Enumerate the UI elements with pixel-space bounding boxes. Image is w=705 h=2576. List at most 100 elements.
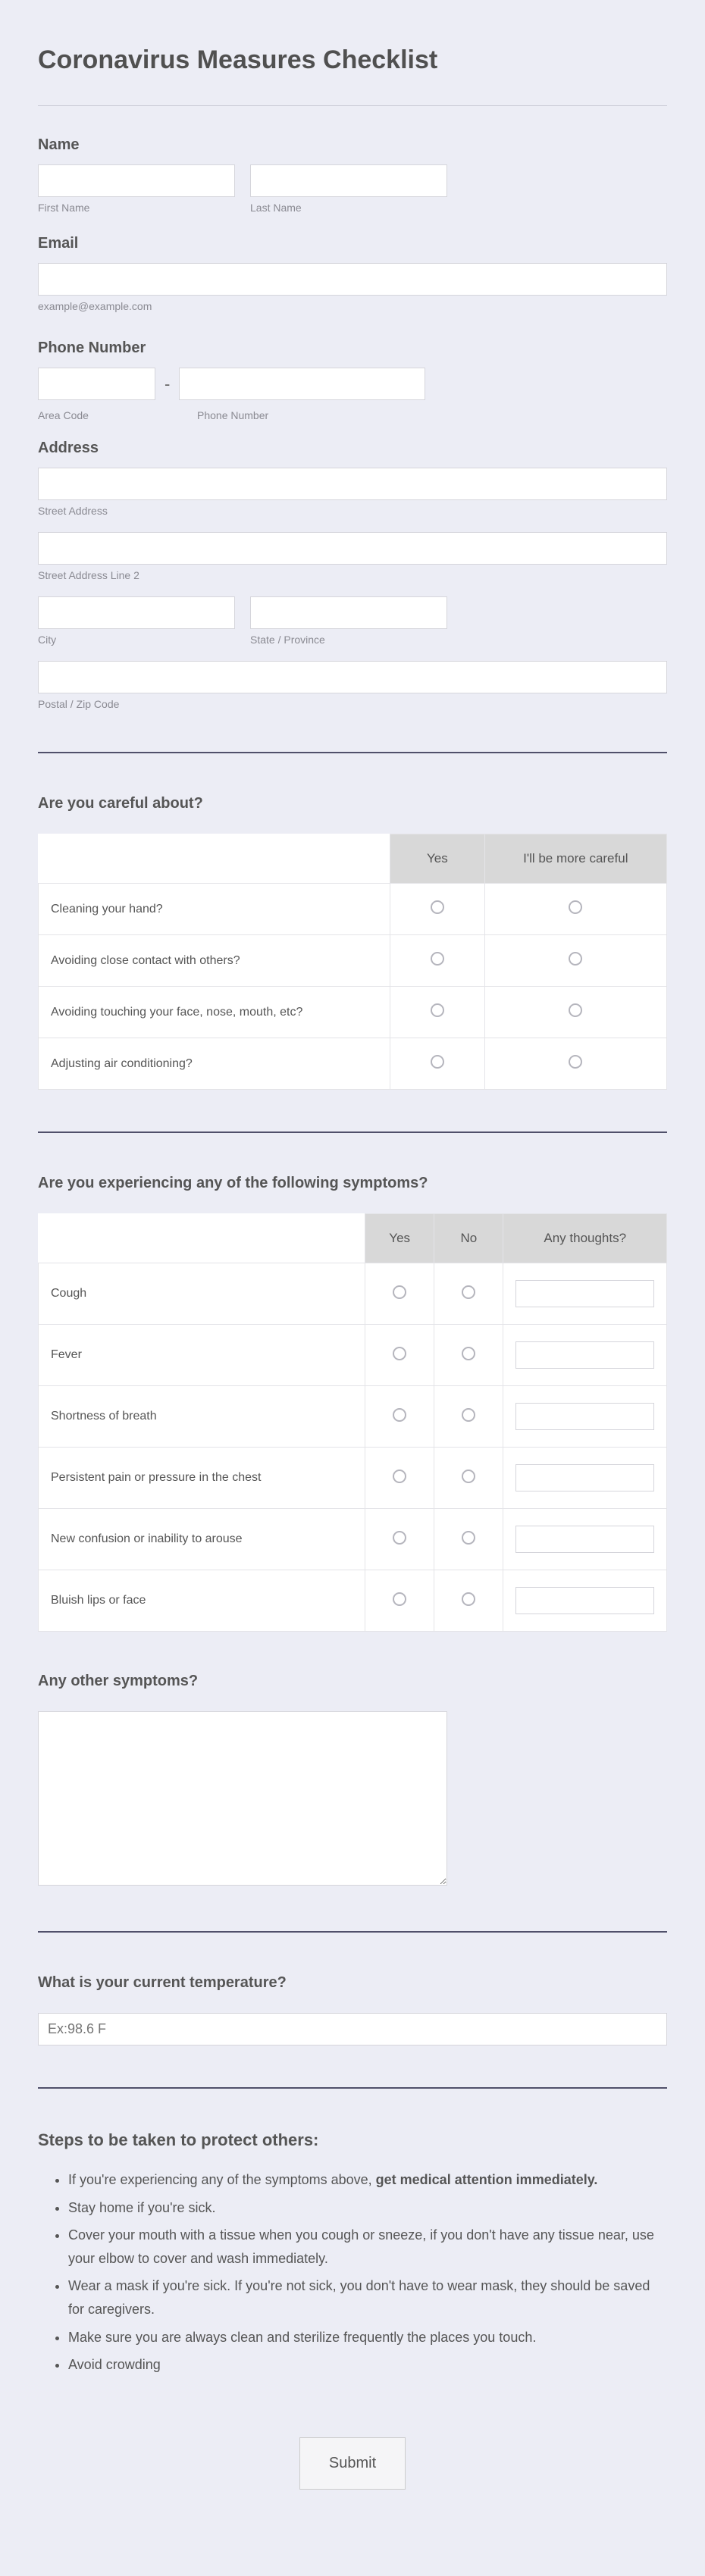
careful-heading: Are you careful about? (38, 795, 667, 812)
symptom-row-label: Fever (39, 1325, 365, 1386)
other-symptoms-label: Any other symptoms? (38, 1673, 667, 1690)
name-label: Name (38, 136, 667, 154)
radio-input[interactable] (462, 1592, 475, 1606)
symptoms-col-no: No (434, 1214, 503, 1263)
state-sublabel: State / Province (250, 634, 447, 646)
radio-input[interactable] (462, 1285, 475, 1299)
table-row: Fever (39, 1325, 667, 1386)
steps-heading: Steps to be taken to protect others: (38, 2130, 667, 2150)
radio-input[interactable] (393, 1470, 406, 1483)
symptoms-col-yes: Yes (365, 1214, 434, 1263)
radio-input[interactable] (393, 1285, 406, 1299)
table-row: Avoiding touching your face, nose, mouth… (39, 987, 667, 1038)
symptoms-col-thoughts: Any thoughts? (503, 1214, 667, 1263)
page-title: Coronavirus Measures Checklist (38, 45, 667, 75)
symptoms-heading: Are you experiencing any of the followin… (38, 1175, 667, 1192)
area-code-sublabel: Area Code (38, 409, 155, 421)
careful-row-label: Adjusting air conditioning? (39, 1038, 390, 1090)
list-item: Stay home if you're sick. (68, 2196, 667, 2220)
radio-input[interactable] (393, 1408, 406, 1422)
table-row: Persistent pain or pressure in the chest (39, 1448, 667, 1509)
zip-sublabel: Postal / Zip Code (38, 698, 667, 710)
table-row: Avoiding close contact with others? (39, 935, 667, 987)
last-name-input[interactable] (250, 164, 447, 197)
city-input[interactable] (38, 596, 235, 629)
thought-input[interactable] (515, 1464, 654, 1491)
first-name-input[interactable] (38, 164, 235, 197)
city-sublabel: City (38, 634, 235, 646)
list-item: Avoid crowding (68, 2353, 667, 2377)
symptom-row-label: Persistent pain or pressure in the chest (39, 1448, 365, 1509)
address-label: Address (38, 440, 667, 457)
radio-input[interactable] (393, 1347, 406, 1360)
section-divider (38, 2087, 667, 2089)
temperature-input[interactable] (38, 2013, 667, 2045)
phone-number-input[interactable] (179, 368, 425, 400)
symptom-row-label: New confusion or inability to arouse (39, 1509, 365, 1570)
first-name-sublabel: First Name (38, 202, 235, 214)
careful-col-more: I'll be more careful (484, 834, 666, 884)
street-input[interactable] (38, 468, 667, 500)
careful-row-label: Avoiding close contact with others? (39, 935, 390, 987)
submit-button[interactable]: Submit (299, 2437, 406, 2490)
radio-input[interactable] (393, 1531, 406, 1545)
zip-input[interactable] (38, 661, 667, 693)
phone-number-sublabel: Phone Number (197, 409, 268, 421)
thought-input[interactable] (515, 1341, 654, 1369)
state-input[interactable] (250, 596, 447, 629)
radio-input[interactable] (431, 1055, 444, 1069)
section-divider (38, 1931, 667, 1933)
thought-input[interactable] (515, 1403, 654, 1430)
radio-input[interactable] (462, 1470, 475, 1483)
other-symptoms-textarea[interactable] (38, 1711, 447, 1886)
list-item: Cover your mouth with a tissue when you … (68, 2224, 667, 2270)
radio-input[interactable] (431, 1003, 444, 1017)
symptom-row-label: Cough (39, 1263, 365, 1325)
street2-sublabel: Street Address Line 2 (38, 569, 667, 581)
symptom-row-label: Bluish lips or face (39, 1570, 365, 1632)
divider (38, 105, 667, 106)
last-name-sublabel: Last Name (250, 202, 447, 214)
careful-table: Yes I'll be more careful Cleaning your h… (38, 834, 667, 1090)
area-code-input[interactable] (38, 368, 155, 400)
radio-input[interactable] (569, 952, 582, 966)
temperature-label: What is your current temperature? (38, 1974, 667, 1992)
email-input[interactable] (38, 263, 667, 296)
thought-input[interactable] (515, 1587, 654, 1614)
address-field: Address Street Address Street Address Li… (38, 440, 667, 710)
section-divider (38, 1131, 667, 1133)
phone-field: Phone Number - Area Code Phone Number (38, 340, 667, 421)
radio-input[interactable] (569, 1055, 582, 1069)
radio-input[interactable] (431, 900, 444, 914)
table-row: Cough (39, 1263, 667, 1325)
phone-dash: - (164, 374, 170, 394)
radio-input[interactable] (462, 1347, 475, 1360)
email-field: Email example@example.com (38, 235, 667, 312)
table-row: Adjusting air conditioning? (39, 1038, 667, 1090)
email-hint: example@example.com (38, 300, 667, 312)
email-label: Email (38, 235, 667, 252)
radio-input[interactable] (462, 1408, 475, 1422)
radio-input[interactable] (431, 952, 444, 966)
list-item: Make sure you are always clean and steri… (68, 2326, 667, 2349)
table-row: Shortness of breath (39, 1386, 667, 1448)
table-row: Cleaning your hand? (39, 884, 667, 935)
symptoms-table: Yes No Any thoughts? Cough Fever Shortne… (38, 1213, 667, 1632)
radio-input[interactable] (569, 1003, 582, 1017)
careful-col-yes: Yes (390, 834, 484, 884)
thought-input[interactable] (515, 1280, 654, 1307)
list-item: If you're experiencing any of the sympto… (68, 2168, 667, 2192)
table-row: New confusion or inability to arouse (39, 1509, 667, 1570)
section-divider (38, 752, 667, 753)
radio-input[interactable] (393, 1592, 406, 1606)
street-sublabel: Street Address (38, 505, 667, 517)
radio-input[interactable] (569, 900, 582, 914)
symptom-row-label: Shortness of breath (39, 1386, 365, 1448)
list-item: Wear a mask if you're sick. If you're no… (68, 2274, 667, 2321)
table-row: Bluish lips or face (39, 1570, 667, 1632)
steps-list: If you're experiencing any of the sympto… (38, 2168, 667, 2377)
thought-input[interactable] (515, 1526, 654, 1553)
careful-row-label: Cleaning your hand? (39, 884, 390, 935)
street2-input[interactable] (38, 532, 667, 565)
radio-input[interactable] (462, 1531, 475, 1545)
